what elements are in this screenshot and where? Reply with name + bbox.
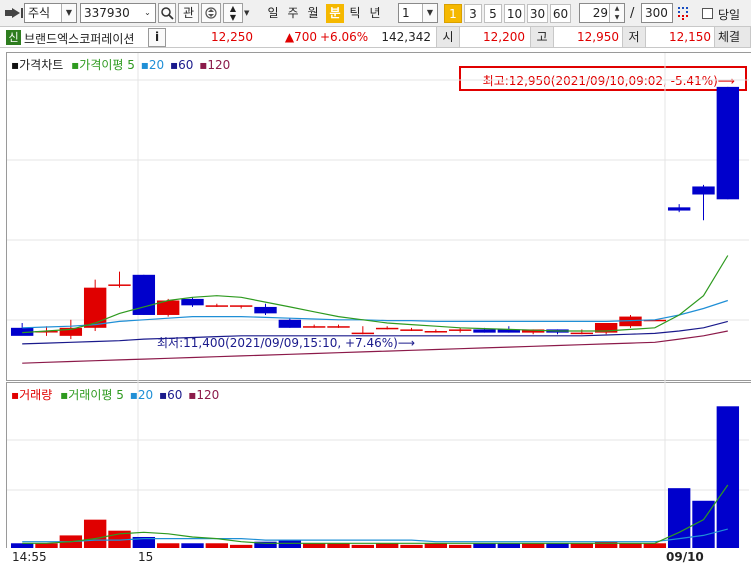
current-price: 12,250 — [211, 30, 253, 44]
volume-value: 142,342 — [381, 30, 431, 44]
chevron-down-icon[interactable]: ▼ — [422, 4, 437, 22]
legend-volume-ma120: ▪120 — [188, 388, 220, 402]
sync-button[interactable] — [201, 3, 221, 23]
change-rate: +6.06% — [320, 30, 369, 44]
stock-info-button[interactable]: i — [148, 28, 166, 47]
chevron-down-icon[interactable]: ⌄ — [140, 4, 155, 22]
low-annotation: 최저:11,400(2021/09/09,15:10, +7.46%)⟶ — [157, 336, 416, 350]
market-select[interactable]: 주식 ▼ — [24, 3, 77, 23]
legend-volume-ma-label: ▪거래이평 5 — [60, 388, 124, 402]
high-label: 고 — [530, 27, 554, 47]
same-day-checkbox[interactable] — [702, 8, 713, 19]
chevron-down-icon[interactable]: ▼ — [61, 4, 76, 22]
grid-scroll-icon[interactable] — [676, 5, 692, 21]
low-price: 12,150 — [669, 30, 711, 44]
search-icon — [161, 7, 174, 20]
x-tick-label: 09/10 — [666, 550, 704, 564]
display-count-input[interactable]: 29 ▲ ▼ — [579, 3, 625, 23]
exec-strength-label: 체결강 — [714, 27, 751, 47]
interest-button[interactable]: 관 — [178, 3, 199, 23]
total-count-value: 300 — [645, 6, 668, 20]
count-separator: / — [630, 6, 635, 21]
open-price: 12,200 — [483, 30, 525, 44]
chart-toolbar: 주식 ▼ 337930 ⌄ 관 ▲ ▼ ▼ 일주월분틱년 1 ▼ 1 3 5 10 30 6… — [0, 0, 751, 27]
price-legend: ▪가격차트 ▪가격이평 5 ▪20 ▪60 ▪120 — [11, 58, 230, 72]
period-tab[interactable]: 월 — [304, 4, 322, 23]
sync-icon — [205, 7, 217, 19]
legend-volume-ma20: ▪20 — [129, 388, 154, 402]
search-button[interactable] — [158, 3, 176, 23]
interval-button[interactable]: 1 — [444, 4, 462, 23]
low-label: 저 — [622, 27, 646, 47]
total-count-input[interactable]: 300 — [641, 3, 673, 23]
x-tick-label: 15 — [138, 550, 154, 564]
volume-legend: ▪거래량 ▪거래이평 5 ▪20 ▪60 ▪120 — [11, 388, 219, 402]
open-label: 시 — [436, 27, 460, 47]
interval-button[interactable]: 30 — [527, 4, 548, 23]
interval-select-value: 1 — [402, 6, 410, 20]
stock-code-input[interactable]: 337930 ⌄ — [80, 3, 156, 23]
period-tab[interactable]: 일 — [264, 4, 282, 23]
interval-select[interactable]: 1 ▼ — [398, 3, 438, 23]
legend-ma120: ▪120 — [199, 58, 231, 72]
legend-volume-ma60: ▪60 — [158, 388, 183, 402]
legend-ma20: ▪20 — [140, 58, 165, 72]
price-change: ▲700 — [284, 30, 317, 44]
stock-code-value: 337930 — [84, 6, 130, 20]
period-tab[interactable]: 분 — [326, 4, 344, 23]
same-day-label: 당일 — [718, 8, 741, 22]
legend-ma-label: ▪가격이평 5 — [71, 58, 135, 72]
x-tick-label: 14:55 — [12, 550, 47, 564]
count-stepper[interactable]: ▲ ▼ — [609, 4, 624, 22]
interval-button[interactable]: 3 — [464, 4, 482, 23]
stock-name[interactable]: 브랜드엑스코퍼레이션 — [24, 30, 146, 47]
interval-button[interactable]: 60 — [550, 4, 571, 23]
up-down-stepper[interactable]: ▲ ▼ — [223, 3, 243, 23]
high-annotation: 최고:12,950(2021/09/10,09:02, -5.41%)⟶ — [459, 66, 747, 91]
legend-price-label: ▪가격차트 — [11, 58, 64, 72]
price-chart-panel[interactable]: ▪가격차트 ▪가격이평 5 ▪20 ▪60 ▪120 최고:12,950(202… — [6, 52, 751, 381]
legend-ma60: ▪60 — [170, 58, 194, 72]
high-price: 12,950 — [577, 30, 619, 44]
interval-button[interactable]: 5 — [484, 4, 502, 23]
link-arrow-icon[interactable] — [4, 6, 24, 20]
period-tab[interactable]: 주 — [284, 4, 302, 23]
legend-volume-label: ▪거래량 — [11, 388, 53, 402]
x-axis: 14:55 15 09/10 — [0, 548, 751, 566]
quote-bar: 신 브랜드엑스코퍼레이션 i 12,250 ▲700 +6.06% 142,34… — [0, 27, 751, 48]
interval-button[interactable]: 10 — [504, 4, 525, 23]
volume-chart-panel[interactable]: ▪거래량 ▪거래이평 5 ▪20 ▪60 ▪120 — [6, 382, 751, 550]
period-tab[interactable]: 년 — [366, 4, 384, 23]
market-select-value: 주식 — [28, 6, 51, 20]
stepper-dropdown-icon[interactable]: ▼ — [244, 9, 249, 17]
period-tab[interactable]: 틱 — [346, 4, 364, 23]
display-count-value: 29 — [592, 6, 608, 20]
credit-badge: 신 — [6, 30, 21, 45]
